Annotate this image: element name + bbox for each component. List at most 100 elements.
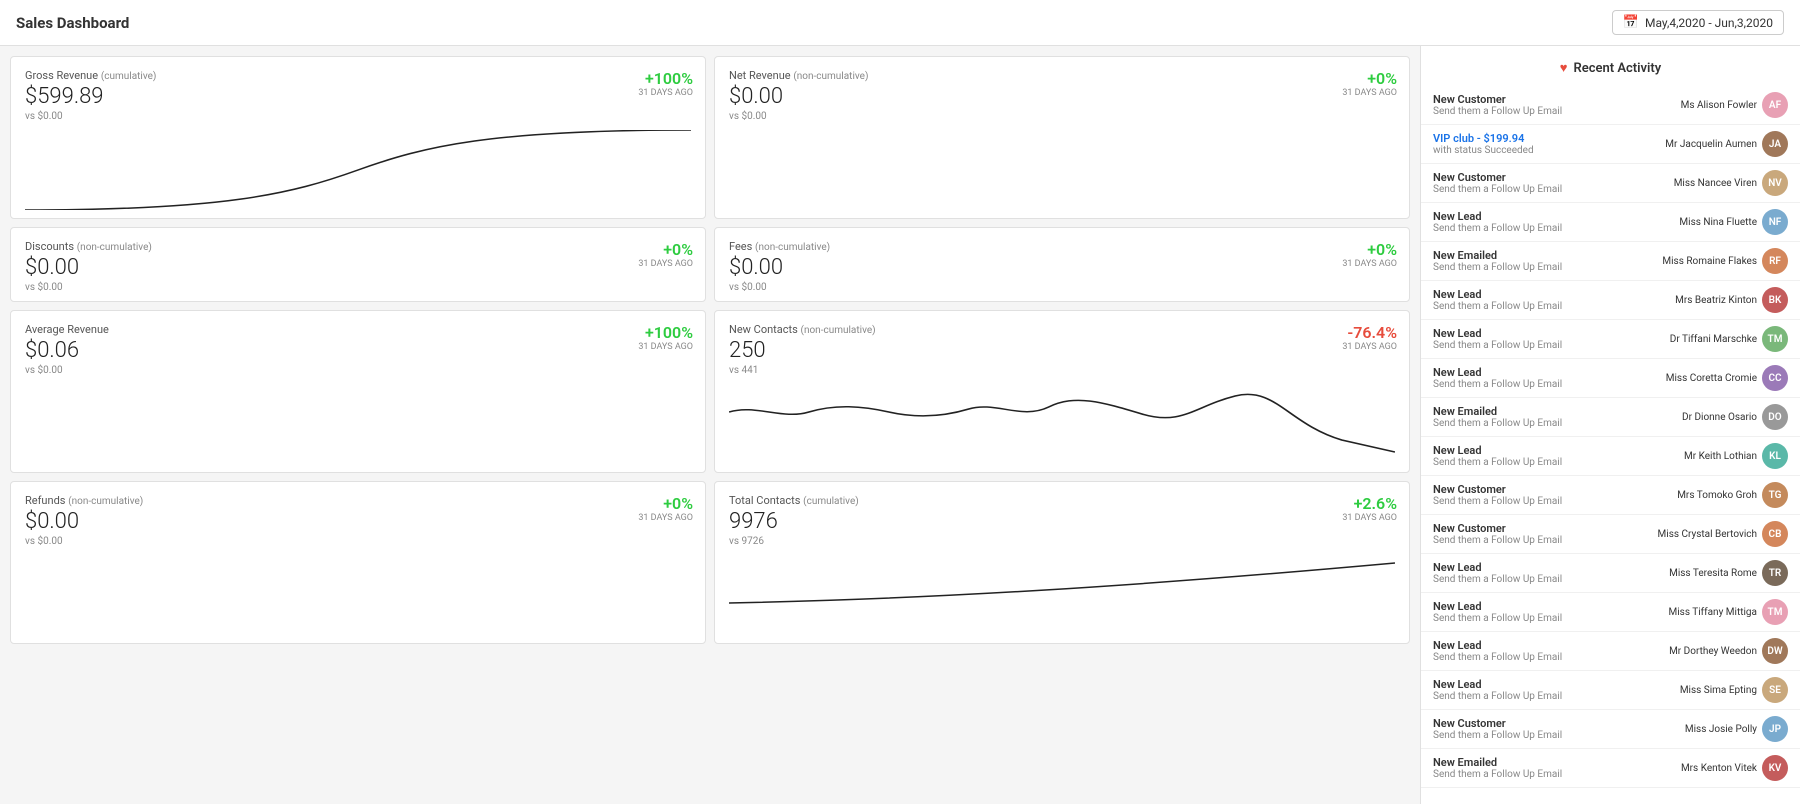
badge-sub-refunds: 31 DAYS AGO bbox=[638, 513, 693, 523]
avatar: CC bbox=[1762, 365, 1788, 391]
avatar-name: Miss Sima Epting bbox=[1680, 685, 1757, 696]
chart-gross-revenue bbox=[25, 130, 691, 210]
activity-type: New Customer bbox=[1433, 483, 1668, 496]
activity-info: New Lead Send them a Follow Up Email bbox=[1433, 678, 1668, 702]
badge-pct-new-contacts: -76.4% bbox=[1347, 323, 1397, 342]
heart-icon: ♥ bbox=[1560, 60, 1568, 76]
metric-vs-refunds: vs $0.00 bbox=[25, 536, 691, 547]
activity-item: New Customer Send them a Follow Up Email… bbox=[1421, 710, 1800, 749]
top-bar: Sales Dashboard 📅 May,4,2020 - Jun,3,202… bbox=[0, 0, 1800, 46]
avatar: AF bbox=[1762, 92, 1788, 118]
badge-sub-average-revenue: 31 DAYS AGO bbox=[638, 342, 693, 352]
avatar: DO bbox=[1762, 404, 1788, 430]
avatar-wrap: Mrs Beatriz Kinton BK bbox=[1668, 287, 1788, 313]
badge-sub-new-contacts: 31 DAYS AGO bbox=[1342, 342, 1397, 352]
activity-item: VIP club - $199.94 with status Succeeded… bbox=[1421, 125, 1800, 164]
activity-item: New Lead Send them a Follow Up Email Mr … bbox=[1421, 437, 1800, 476]
avatar: KV bbox=[1762, 755, 1788, 781]
activity-info: New Lead Send them a Follow Up Email bbox=[1433, 366, 1666, 390]
activity-item: New Lead Send them a Follow Up Email Mis… bbox=[1421, 671, 1800, 710]
activity-sub: with status Succeeded bbox=[1433, 145, 1665, 156]
activity-item: New Lead Send them a Follow Up Email Mis… bbox=[1421, 203, 1800, 242]
activity-sub: Send them a Follow Up Email bbox=[1433, 457, 1668, 468]
avatar: KL bbox=[1762, 443, 1788, 469]
badge-pct-refunds: +0% bbox=[663, 494, 693, 513]
metric-card-average-revenue: Average Revenue $0.06 vs $0.00 +100% 31 … bbox=[10, 310, 706, 473]
activity-type: New Lead bbox=[1433, 678, 1668, 691]
avatar-wrap: Dr Dionne Osario DO bbox=[1668, 404, 1788, 430]
calendar-icon: 📅 bbox=[1623, 15, 1639, 30]
activity-type: New Customer bbox=[1433, 717, 1668, 730]
avatar: NF bbox=[1762, 209, 1788, 235]
date-range-picker[interactable]: 📅 May,4,2020 - Jun,3,2020 bbox=[1612, 10, 1784, 35]
avatar-wrap: Mr Keith Lothian KL bbox=[1668, 443, 1788, 469]
avatar-wrap: Miss Romaine Flakes RF bbox=[1662, 248, 1788, 274]
badge-sub-fees: 31 DAYS AGO bbox=[1342, 259, 1397, 269]
activity-item: New Customer Send them a Follow Up Email… bbox=[1421, 476, 1800, 515]
metric-badge-average-revenue: +100% 31 DAYS AGO bbox=[638, 323, 693, 352]
badge-pct-net-revenue: +0% bbox=[1367, 69, 1397, 88]
metric-vs-average-revenue: vs $0.00 bbox=[25, 365, 691, 376]
metric-vs-net-revenue: vs $0.00 bbox=[729, 111, 1395, 122]
activity-item: New Lead Send them a Follow Up Email Mrs… bbox=[1421, 281, 1800, 320]
metric-badge-new-contacts: -76.4% 31 DAYS AGO bbox=[1342, 323, 1397, 352]
sidebar: ♥ Recent Activity New Customer Send them… bbox=[1420, 46, 1800, 804]
activity-type: VIP club - $199.94 bbox=[1433, 132, 1665, 145]
activity-sub: Send them a Follow Up Email bbox=[1433, 613, 1668, 624]
badge-sub-net-revenue: 31 DAYS AGO bbox=[1342, 88, 1397, 98]
metric-value-net-revenue: $0.00 bbox=[729, 84, 1395, 109]
avatar-name: Miss Coretta Cromie bbox=[1666, 373, 1757, 384]
avatar: TM bbox=[1762, 599, 1788, 625]
avatar-wrap: Ms Alison Fowler AF bbox=[1668, 92, 1788, 118]
metric-card-discounts: Discounts (non-cumulative) $0.00 vs $0.0… bbox=[10, 227, 706, 302]
avatar-wrap: Miss Josie Polly JP bbox=[1668, 716, 1788, 742]
metric-vs-gross-revenue: vs $0.00 bbox=[25, 111, 691, 122]
badge-pct-average-revenue: +100% bbox=[645, 323, 693, 342]
avatar-name: Mrs Tomoko Groh bbox=[1677, 490, 1757, 501]
avatar-name: Miss Teresita Rome bbox=[1669, 568, 1757, 579]
activity-item: New Customer Send them a Follow Up Email… bbox=[1421, 164, 1800, 203]
avatar: TM bbox=[1762, 326, 1788, 352]
activity-sub: Send them a Follow Up Email bbox=[1433, 106, 1668, 117]
avatar-name: Mrs Kenton Vitek bbox=[1681, 763, 1757, 774]
metric-card-new-contacts: New Contacts (non-cumulative) 250 vs 441… bbox=[714, 310, 1410, 473]
activity-sub: Send them a Follow Up Email bbox=[1433, 379, 1666, 390]
metric-badge-net-revenue: +0% 31 DAYS AGO bbox=[1342, 69, 1397, 98]
metric-badge-gross-revenue: +100% 31 DAYS AGO bbox=[638, 69, 693, 98]
avatar-name: Dr Tiffani Marschke bbox=[1670, 334, 1757, 345]
activity-type: New Customer bbox=[1433, 522, 1658, 535]
metric-card-net-revenue: Net Revenue (non-cumulative) $0.00 vs $0… bbox=[714, 56, 1410, 219]
avatar-name: Dr Dionne Osario bbox=[1682, 412, 1757, 423]
metric-label-fees: Fees (non-cumulative) bbox=[729, 240, 1395, 253]
metric-badge-discounts: +0% 31 DAYS AGO bbox=[638, 240, 693, 269]
activity-sub: Send them a Follow Up Email bbox=[1433, 691, 1668, 702]
metric-value-gross-revenue: $599.89 bbox=[25, 84, 691, 109]
avatar-wrap: Miss Nina Fluette NF bbox=[1668, 209, 1788, 235]
avatar-wrap: Mr Jacquelin Aumen JA bbox=[1665, 131, 1788, 157]
metric-vs-new-contacts: vs 441 bbox=[729, 365, 1395, 376]
activity-item: New Lead Send them a Follow Up Email Mis… bbox=[1421, 593, 1800, 632]
dashboard-area: Gross Revenue (cumulative) $599.89 vs $0… bbox=[0, 46, 1420, 804]
avatar-name: Miss Tiffany Mittiga bbox=[1669, 607, 1758, 618]
metric-label-new-contacts: New Contacts (non-cumulative) bbox=[729, 323, 1395, 336]
metric-vs-fees: vs $0.00 bbox=[729, 282, 1395, 293]
avatar-wrap: Miss Sima Epting SE bbox=[1668, 677, 1788, 703]
activity-info: New Lead Send them a Follow Up Email bbox=[1433, 600, 1668, 624]
metric-label-gross-revenue: Gross Revenue (cumulative) bbox=[25, 69, 691, 82]
badge-pct-total-contacts: +2.6% bbox=[1354, 494, 1397, 513]
activity-type: New Lead bbox=[1433, 600, 1668, 613]
activity-info: New Customer Send them a Follow Up Email bbox=[1433, 93, 1668, 117]
activity-info: New Lead Send them a Follow Up Email bbox=[1433, 327, 1668, 351]
metric-value-average-revenue: $0.06 bbox=[25, 338, 691, 363]
activity-type: New Lead bbox=[1433, 561, 1668, 574]
activity-link[interactable]: VIP club - $199.94 bbox=[1433, 132, 1524, 145]
activity-type: New Lead bbox=[1433, 639, 1668, 652]
activity-type: New Lead bbox=[1433, 288, 1668, 301]
metric-card-total-contacts: Total Contacts (cumulative) 9976 vs 9726… bbox=[714, 481, 1410, 644]
metric-value-fees: $0.00 bbox=[729, 255, 1395, 280]
activity-info: New Lead Send them a Follow Up Email bbox=[1433, 210, 1668, 234]
avatar-name: Mr Jacquelin Aumen bbox=[1665, 139, 1757, 150]
avatar-name: Mr Keith Lothian bbox=[1684, 451, 1757, 462]
avatar: TG bbox=[1762, 482, 1788, 508]
activity-type: New Lead bbox=[1433, 327, 1668, 340]
